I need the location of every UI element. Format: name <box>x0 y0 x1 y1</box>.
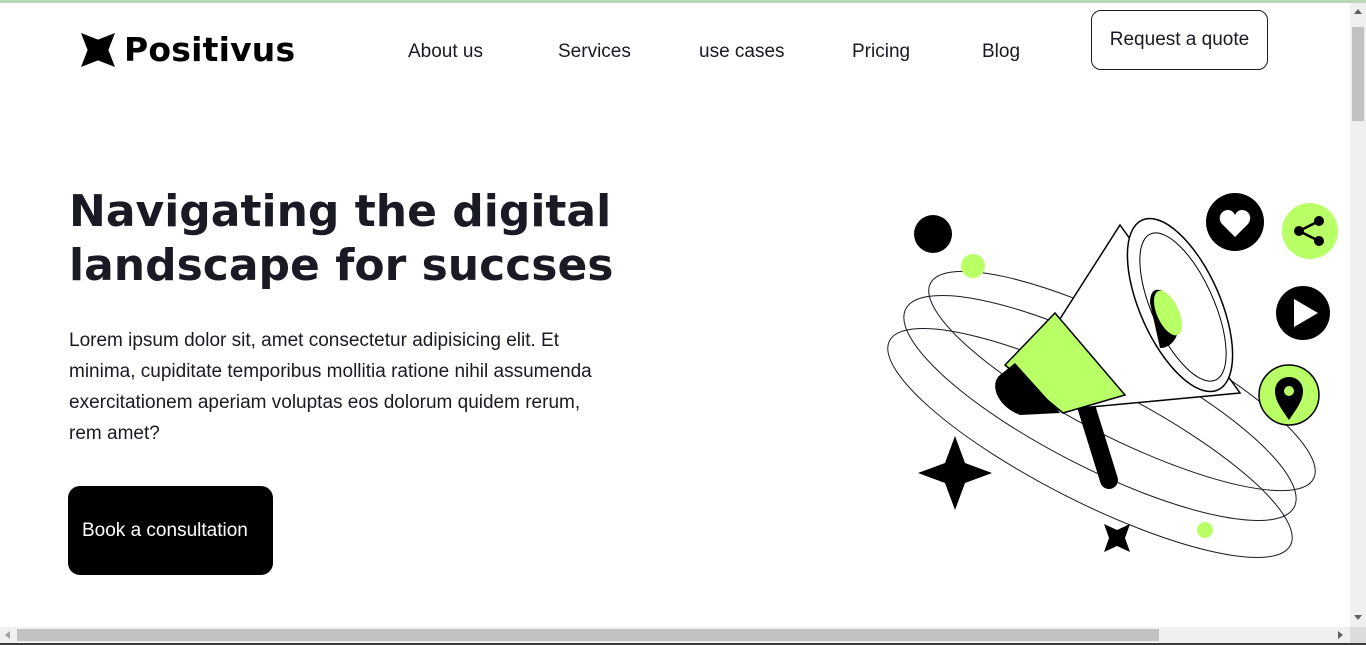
heart-icon <box>1206 193 1264 251</box>
brand-logo[interactable]: Positivus <box>81 33 295 67</box>
nav-link-use-cases[interactable]: use cases <box>699 41 785 63</box>
hero-title: Navigating the digital landscape for suc… <box>69 186 614 291</box>
location-pin-icon <box>1258 364 1320 426</box>
vertical-scrollbar[interactable] <box>1350 3 1366 627</box>
scrollbar-corner <box>1350 627 1366 643</box>
horizontal-scrollbar[interactable] <box>0 627 1350 643</box>
page-viewport: Positivus About us Services use cases Pr… <box>0 3 1350 627</box>
book-consultation-button[interactable]: Book a consultation <box>68 486 273 575</box>
green-dot <box>961 254 985 278</box>
scroll-down-arrow-icon[interactable] <box>1354 615 1362 620</box>
horizontal-scroll-thumb[interactable] <box>17 629 1159 641</box>
scroll-right-arrow-icon[interactable] <box>1338 631 1343 639</box>
megaphone-icon <box>995 217 1242 489</box>
scroll-left-arrow-icon[interactable] <box>5 631 10 639</box>
share-icon <box>1282 203 1338 259</box>
scroll-up-arrow-icon[interactable] <box>1354 9 1362 14</box>
vertical-scroll-thumb[interactable] <box>1352 27 1364 121</box>
hero-illustration <box>887 193 1338 558</box>
nav-link-blog[interactable]: Blog <box>982 41 1020 63</box>
green-dot-small <box>1197 522 1213 538</box>
nav-link-about-us[interactable]: About us <box>408 41 483 63</box>
brand-name: Positivus <box>124 30 296 69</box>
hero-description: Lorem ipsum dolor sit, amet consectetur … <box>69 330 592 444</box>
star-burst-logo-icon <box>81 33 115 67</box>
nav-link-pricing[interactable]: Pricing <box>852 41 910 63</box>
small-star-icon <box>1104 524 1130 552</box>
request-quote-button[interactable]: Request a quote <box>1091 10 1268 70</box>
play-icon <box>1276 286 1330 340</box>
nav-link-services[interactable]: Services <box>558 41 631 63</box>
black-dot <box>914 215 952 253</box>
